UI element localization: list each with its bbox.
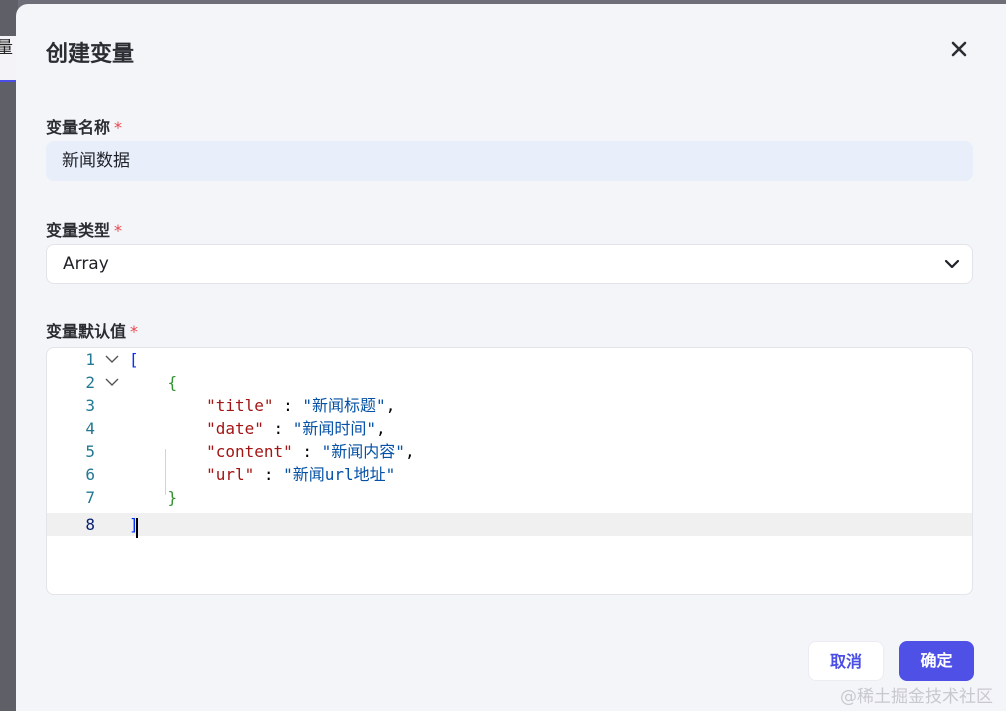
default-label-text: 变量默认值 xyxy=(46,322,127,341)
fold-chevron-icon[interactable] xyxy=(104,375,120,389)
code-line: 5 "content" : "新闻内容", xyxy=(47,440,972,463)
code-text: } xyxy=(167,488,178,507)
type-field-label: 变量类型 * xyxy=(46,217,122,241)
code-editor[interactable]: 1 [ 2 { 3 "title" : "新闻标题", 4 "date" : "… xyxy=(46,347,973,595)
line-number: 6 xyxy=(85,465,95,484)
line-number: 8 xyxy=(85,515,95,534)
type-label-text: 变量类型 xyxy=(46,221,111,240)
code-text: "date" : "新闻时间", xyxy=(206,419,386,438)
required-mark: * xyxy=(114,221,123,240)
code-text: "url" : "新闻url地址" xyxy=(206,465,396,484)
line-number: 5 xyxy=(85,442,95,461)
code-line: 4 "date" : "新闻时间", xyxy=(47,417,972,440)
required-mark: * xyxy=(114,118,123,137)
create-variable-dialog: 创建变量 变量名称 * 新闻数据 变量类型 * Array 变量默认值 * 1 [ 2 xyxy=(16,4,1006,711)
variable-type-value: Array xyxy=(63,254,109,274)
code-text: [ xyxy=(129,350,139,369)
text-cursor xyxy=(136,518,138,538)
variable-name-input[interactable]: 新闻数据 xyxy=(46,141,973,181)
code-line-current: 8 ] xyxy=(47,513,972,536)
code-line: 2 { xyxy=(47,371,972,394)
fold-chevron-icon[interactable] xyxy=(104,352,120,366)
code-line: 1 [ xyxy=(47,348,972,371)
code-text: "title" : "新闻标题", xyxy=(206,396,396,415)
confirm-button[interactable]: 确定 xyxy=(899,641,974,681)
chevron-down-icon xyxy=(944,259,960,269)
line-number: 7 xyxy=(85,488,95,507)
code-line: 6 "url" : "新闻url地址" xyxy=(47,463,972,486)
close-button[interactable] xyxy=(946,36,972,62)
required-mark: * xyxy=(130,322,139,341)
name-field-label: 变量名称 * xyxy=(46,114,122,138)
code-line: 3 "title" : "新闻标题", xyxy=(47,394,972,417)
default-field-label: 变量默认值 * xyxy=(46,318,138,342)
code-line: 7 } xyxy=(47,486,972,509)
line-number: 3 xyxy=(85,396,95,415)
cancel-button[interactable]: 取消 xyxy=(808,641,884,681)
close-icon xyxy=(951,41,967,57)
line-number: 1 xyxy=(85,350,95,369)
code-text: "content" : "新闻内容", xyxy=(206,442,415,461)
code-text: { xyxy=(167,373,178,392)
name-label-text: 变量名称 xyxy=(46,118,111,137)
variable-type-select[interactable]: Array xyxy=(46,244,973,284)
dialog-title: 创建变量 xyxy=(46,42,135,67)
line-number: 4 xyxy=(85,419,95,438)
backdrop-tab: 量 xyxy=(0,36,16,82)
line-number: 2 xyxy=(85,373,95,392)
watermark: @稀土掘金技术社区 xyxy=(840,687,993,707)
